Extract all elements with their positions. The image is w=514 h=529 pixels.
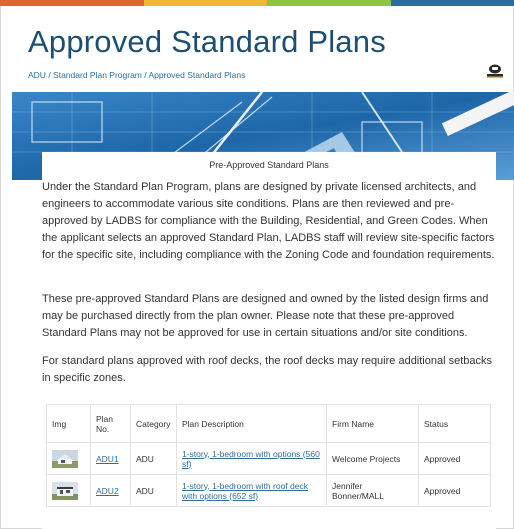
plan-number-link[interactable]: ADU2 [96,486,119,496]
plan-description-link[interactable]: 1-story, 1-bedroom with roof deck with o… [182,481,308,501]
table-row: ADU2 ADU 1-story, 1-bedroom with roof de… [46,474,491,507]
plans-table: Img Plan No. Category Plan Description F… [46,404,491,507]
column-header-category: Category [130,404,177,443]
house-thumbnail[interactable] [52,449,78,468]
table-header-row: Img Plan No. Category Plan Description F… [46,404,491,443]
category-cell: ADU [130,442,177,475]
status-cell: Approved [418,442,491,475]
plan-number-cell: ADU1 [90,442,131,475]
ownership-paragraph: These pre-approved Standard Plans are de… [42,293,489,339]
page-title: Approved Standard Plans [28,24,386,59]
column-header-firm-name: Firm Name [326,404,419,443]
breadcrumb-adu[interactable]: ADU [28,70,46,80]
breadcrumb-separator: / [141,70,149,80]
category-cell: ADU [130,474,177,507]
firm-name-cell: Jennifer Bonner/MALL [326,474,419,507]
column-header-status: Status [418,404,491,443]
plan-number-cell: ADU2 [90,474,131,507]
plan-description-link[interactable]: 1-story, 1-bedroom with options (560 sf) [182,449,320,469]
plan-image-cell [46,442,91,475]
table-row: ADU1 ADU 1-story, 1-bedroom with options… [46,442,491,475]
breadcrumb-current: Approved Standard Plans [148,70,246,80]
intro-paragraph: Under the Standard Plan Program, plans a… [42,181,495,261]
breadcrumb: ADU / Standard Plan Program / Approved S… [28,70,245,80]
plan-image-cell [46,474,91,507]
breadcrumb-standard-plan-program[interactable]: Standard Plan Program [53,70,142,80]
content-panel: Pre-Approved Standard Plans Under the St… [42,152,496,529]
intro-title: Pre-Approved Standard Plans [209,160,329,170]
plan-number-link[interactable]: ADU1 [96,454,119,464]
breadcrumb-separator: / [45,70,54,80]
translate-icon[interactable] [487,64,503,78]
plan-description-cell: 1-story, 1-bedroom with roof deck with o… [176,474,327,507]
column-header-plan-no: Plan No. [90,404,131,443]
house-thumbnail[interactable] [52,481,78,500]
plan-description-cell: 1-story, 1-bedroom with options (560 sf) [176,442,327,475]
column-header-img: Img [46,404,91,443]
column-header-plan-description: Plan Description [176,404,327,443]
roof-deck-paragraph: For standard plans approved with roof de… [42,355,493,384]
firm-name-cell: Welcome Projects [326,442,419,475]
status-cell: Approved [418,474,491,507]
